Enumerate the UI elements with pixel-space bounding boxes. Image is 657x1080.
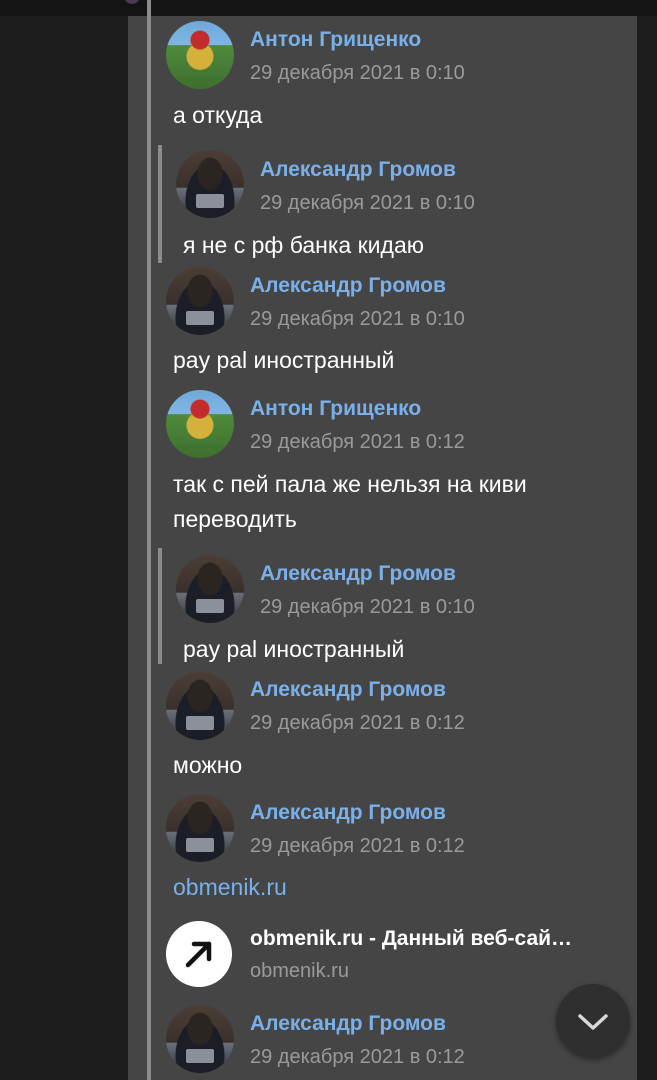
quote-bar — [158, 548, 162, 664]
avatar[interactable] — [166, 1005, 234, 1073]
avatar[interactable] — [166, 390, 234, 458]
author-name[interactable]: Антон Грищенко — [250, 28, 421, 52]
message-link[interactable]: obmenik.ru — [173, 874, 287, 901]
message-time: 29 декабря 2021 в 0:12 — [250, 1046, 465, 1068]
avatar[interactable] — [166, 21, 234, 89]
link-preview-domain: obmenik.ru — [250, 960, 349, 982]
author-name[interactable]: Антон Грищенко — [250, 397, 421, 421]
quote-bar — [158, 145, 162, 263]
message-text: pay pal иностранный — [183, 636, 405, 662]
author-name[interactable]: Александр Громов — [250, 274, 446, 298]
message-text: а откуда — [173, 102, 263, 128]
message-time: 29 декабря 2021 в 0:12 — [250, 712, 465, 734]
avatar[interactable] — [176, 150, 244, 218]
message-time: 29 декабря 2021 в 0:10 — [250, 62, 465, 84]
message-text: так с пей пала же нельзя на киви — [173, 471, 527, 497]
link-preview-title[interactable]: obmenik.ru - Данный веб-сай… — [250, 927, 610, 951]
message-text: можно — [173, 752, 243, 778]
forwarded-thread-bar — [147, 0, 151, 1080]
author-name[interactable]: Александр Громов — [250, 678, 446, 702]
avatar[interactable] — [166, 672, 234, 740]
chevron-down-icon — [578, 1014, 608, 1030]
author-name[interactable]: Александр Громов — [260, 562, 456, 586]
link-preview-button[interactable] — [166, 921, 232, 987]
top-bar-avatar-fragment — [124, 0, 140, 4]
author-name[interactable]: Александр Громов — [250, 1012, 446, 1036]
message-text: pay pal иностранный — [173, 347, 395, 373]
avatar[interactable] — [166, 794, 234, 862]
avatar[interactable] — [166, 267, 234, 335]
scroll-down-button[interactable] — [556, 984, 630, 1058]
message-text: переводить — [173, 506, 297, 532]
message-text: я не с рф банка кидаю — [183, 232, 424, 258]
message-time: 29 декабря 2021 в 0:10 — [260, 596, 475, 618]
message-time: 29 декабря 2021 в 0:10 — [260, 192, 475, 214]
message-time: 29 декабря 2021 в 0:12 — [250, 431, 465, 453]
author-name[interactable]: Александр Громов — [250, 801, 446, 825]
left-gutter — [0, 16, 128, 1080]
avatar[interactable] — [176, 555, 244, 623]
message-time: 29 декабря 2021 в 0:10 — [250, 308, 465, 330]
message-time: 29 декабря 2021 в 0:12 — [250, 835, 465, 857]
author-name[interactable]: Александр Громов — [260, 158, 456, 182]
top-bar — [0, 0, 657, 16]
right-gutter — [637, 16, 657, 1080]
external-link-arrow-icon — [185, 941, 212, 968]
